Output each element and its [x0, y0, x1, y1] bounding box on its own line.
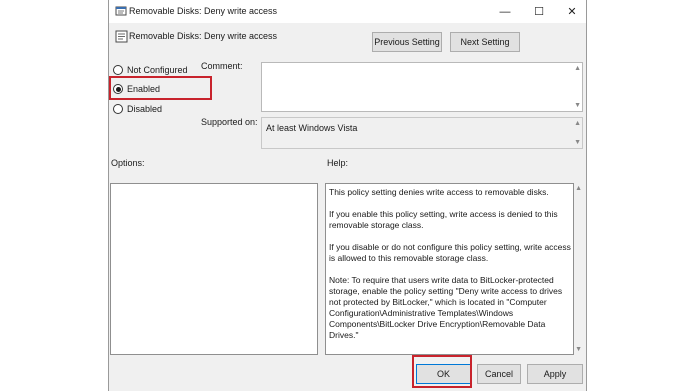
policy-setting-icon — [115, 30, 128, 43]
comment-scrollbar[interactable]: ▲ ▼ — [572, 63, 582, 111]
help-paragraph: Note: To require that users write data t… — [329, 275, 563, 340]
scroll-up-icon[interactable]: ▲ — [574, 65, 581, 72]
policy-dialog-window: Removable Disks: Deny write access — ☐ ✕… — [108, 0, 587, 391]
next-setting-button[interactable]: Next Setting — [450, 32, 520, 52]
help-label: Help: — [327, 158, 349, 168]
scroll-down-icon[interactable]: ▼ — [575, 346, 582, 353]
scroll-up-icon[interactable]: ▲ — [575, 185, 582, 192]
options-label: Options: — [111, 158, 145, 168]
supported-on-field: At least Windows Vista ▲ ▼ — [261, 117, 583, 149]
help-paragraph: This policy setting denies write access … — [329, 187, 549, 197]
policy-name: Removable Disks: Deny write access — [129, 31, 278, 41]
options-panel — [110, 183, 318, 355]
help-paragraph: If you disable or do not configure this … — [329, 242, 571, 263]
radio-label-disabled: Disabled — [127, 104, 163, 114]
comment-textarea[interactable]: ▲ ▼ — [261, 62, 583, 112]
previous-setting-button[interactable]: Previous Setting — [372, 32, 442, 52]
help-paragraph: If you enable this policy setting, write… — [329, 209, 558, 230]
supported-on-label: Supported on: — [201, 117, 258, 127]
maximize-button[interactable]: ☐ — [522, 0, 556, 23]
scroll-up-icon[interactable]: ▲ — [574, 120, 581, 127]
scroll-down-icon[interactable]: ▼ — [574, 139, 581, 146]
policy-settings-icon — [115, 6, 127, 16]
ok-highlight-frame — [412, 355, 472, 388]
scroll-down-icon[interactable]: ▼ — [574, 102, 581, 109]
supported-on-value: At least Windows Vista — [266, 123, 358, 133]
title-bar[interactable]: Removable Disks: Deny write access — ☐ ✕ — [109, 0, 586, 23]
radio-label-not-configured: Not Configured — [127, 65, 188, 75]
enabled-highlight-frame — [109, 76, 212, 100]
supported-scrollbar[interactable]: ▲ ▼ — [572, 118, 582, 148]
apply-button[interactable]: Apply — [527, 364, 583, 384]
radio-button-empty[interactable] — [113, 65, 123, 75]
comment-label: Comment: — [201, 61, 243, 71]
radio-button-empty[interactable] — [113, 104, 123, 114]
close-button[interactable]: ✕ — [555, 0, 589, 23]
cancel-button[interactable]: Cancel — [477, 364, 521, 384]
window-title: Removable Disks: Deny write access — [129, 6, 278, 16]
help-panel: This policy setting denies write access … — [325, 183, 574, 355]
radio-not-configured[interactable]: Not Configured — [113, 63, 188, 77]
minimize-button[interactable]: — — [488, 0, 522, 23]
help-scrollbar[interactable]: ▲ ▼ — [575, 183, 583, 355]
radio-disabled[interactable]: Disabled — [113, 102, 162, 116]
